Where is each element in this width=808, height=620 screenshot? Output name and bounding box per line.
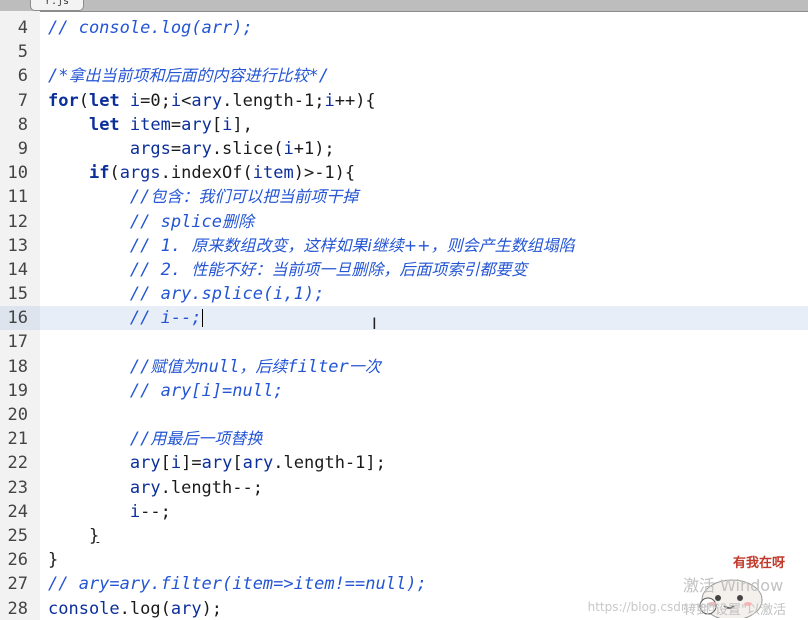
line-number: 28 bbox=[7, 598, 28, 619]
code-text[interactable]: // i--; bbox=[48, 306, 203, 330]
line-number: 10 bbox=[7, 163, 28, 184]
code-text[interactable]: // ary.splice(i,1); bbox=[48, 282, 324, 306]
tab-file[interactable]: r.js bbox=[30, 0, 85, 11]
code-line[interactable]: 20 bbox=[0, 403, 808, 427]
code-line[interactable]: 13 // 1. 原来数组改变，这样如果i继续++，则会产生数组塌陷 bbox=[0, 234, 808, 258]
code-text[interactable]: if(args.indexOf(item)>-1){ bbox=[48, 161, 355, 185]
code-line[interactable]: 23 ary.length--; bbox=[0, 476, 808, 500]
line-number: 24 bbox=[7, 501, 28, 522]
line-number: 17 bbox=[7, 332, 28, 353]
code-line[interactable]: 4 // console.log(arr); bbox=[0, 16, 808, 40]
watermark-url: https://blog.csdn.net/ bbox=[587, 600, 716, 614]
line-number: 16 bbox=[0, 306, 40, 331]
line-number: 26 bbox=[7, 550, 28, 571]
code-line[interactable]: 17 bbox=[0, 330, 808, 354]
line-number: 15 bbox=[7, 284, 28, 305]
code-text[interactable]: ary[i]=ary[ary.length-1]; bbox=[48, 451, 386, 475]
code-line[interactable]: 8 let item=ary[i], bbox=[0, 113, 808, 137]
code-text[interactable]: } bbox=[48, 548, 58, 572]
line-number: 22 bbox=[7, 453, 28, 474]
line-number: 25 bbox=[7, 525, 28, 546]
code-text[interactable]: } bbox=[48, 524, 99, 548]
code-text[interactable]: ary.length--; bbox=[48, 476, 263, 500]
code-text[interactable]: // splice删除 bbox=[48, 210, 254, 234]
code-line[interactable]: 11 //包含：我们可以把当前项干掉 bbox=[0, 185, 808, 209]
line-number: 5 bbox=[17, 42, 28, 63]
line-number: 19 bbox=[7, 380, 28, 401]
line-number: 11 bbox=[7, 187, 28, 208]
code-line[interactable]: 14 // 2. 性能不好：当前项一旦删除，后面项索引都要变 bbox=[0, 258, 808, 282]
code-text[interactable]: // 2. 性能不好：当前项一旦删除，后面项索引都要变 bbox=[48, 258, 527, 282]
code-text[interactable]: //包含：我们可以把当前项干掉 bbox=[48, 185, 359, 209]
code-line[interactable]: 10 if(args.indexOf(item)>-1){ bbox=[0, 161, 808, 185]
line-number: 6 bbox=[17, 66, 28, 87]
line-number: 12 bbox=[7, 211, 28, 232]
code-text[interactable]: // ary[i]=null; bbox=[48, 379, 284, 403]
code-text[interactable]: for(let i=0;i<ary.length-1;i++){ bbox=[48, 89, 376, 113]
line-number: 7 bbox=[17, 90, 28, 111]
line-number: 14 bbox=[7, 259, 28, 280]
code-line[interactable]: 12 // splice删除 bbox=[0, 210, 808, 234]
code-text[interactable]: // ary=ary.filter(item=>item!==null); bbox=[48, 572, 427, 596]
line-number: 13 bbox=[7, 235, 28, 256]
code-line[interactable]: 15 // ary.splice(i,1); bbox=[0, 282, 808, 306]
line-number: 23 bbox=[7, 477, 28, 498]
code-line[interactable]: 16 // i--; bbox=[0, 306, 808, 331]
code-line[interactable]: 5 bbox=[0, 40, 808, 64]
line-number: 4 bbox=[17, 18, 28, 38]
code-text[interactable]: console.log(ary); bbox=[48, 597, 222, 620]
line-number: 18 bbox=[7, 356, 28, 377]
code-line[interactable]: 7 for(let i=0;i<ary.length-1;i++){ bbox=[0, 89, 808, 113]
code-line[interactable]: 24 i--; bbox=[0, 500, 808, 524]
code-editor[interactable]: 4 // console.log(arr); 5 6 /*拿出当前项和后面的内容进行比较… bbox=[0, 16, 808, 620]
tab-bar: r.js bbox=[0, 0, 808, 12]
line-number: 9 bbox=[17, 138, 28, 159]
code-line[interactable]: 25 } bbox=[0, 524, 808, 548]
code-line[interactable]: 18 //赋值为null，后续filter一次 bbox=[0, 355, 808, 379]
text-cursor-icon: I bbox=[372, 314, 377, 333]
windows-activation-notice: 激活 Window bbox=[683, 576, 784, 595]
code-line[interactable]: 9 args=ary.slice(i+1); bbox=[0, 137, 808, 161]
code-text[interactable]: //赋值为null，后续filter一次 bbox=[48, 355, 381, 379]
code-line[interactable]: 19 // ary[i]=null; bbox=[0, 379, 808, 403]
code-text[interactable]: let item=ary[i], bbox=[48, 113, 253, 137]
code-line[interactable]: 6 /*拿出当前项和后面的内容进行比较*/ bbox=[0, 64, 808, 88]
code-text[interactable]: /*拿出当前项和后面的内容进行比较*/ bbox=[48, 64, 329, 88]
code-text[interactable]: // console.log(arr); bbox=[48, 16, 253, 40]
code-line[interactable]: 21 //用最后一项替换 bbox=[0, 427, 808, 451]
code-line[interactable]: 22 ary[i]=ary[ary.length-1]; bbox=[0, 451, 808, 475]
code-text[interactable]: args=ary.slice(i+1); bbox=[48, 137, 335, 161]
line-number: 8 bbox=[17, 114, 28, 135]
code-text[interactable]: //用最后一项替换 bbox=[48, 427, 263, 451]
line-number: 20 bbox=[7, 405, 28, 425]
code-text[interactable]: // 1. 原来数组改变，这样如果i继续++，则会产生数组塌陷 bbox=[48, 234, 575, 258]
code-text[interactable]: i--; bbox=[48, 500, 171, 524]
line-number: 27 bbox=[7, 574, 28, 595]
line-number: 21 bbox=[7, 429, 28, 450]
code-line[interactable]: 26} bbox=[0, 548, 808, 572]
